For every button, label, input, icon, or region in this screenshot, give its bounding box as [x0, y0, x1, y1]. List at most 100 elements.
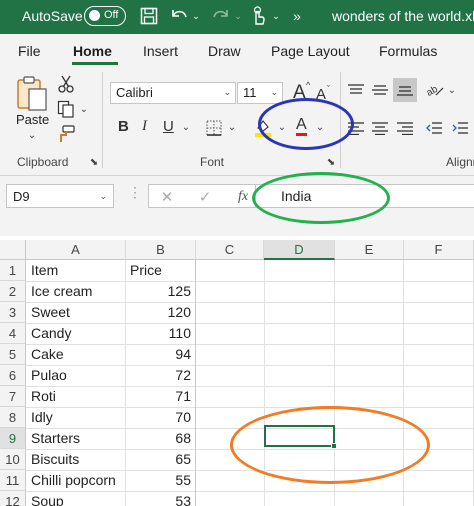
orientation-icon[interactable]: ab	[424, 80, 446, 100]
undo-icon[interactable]	[168, 4, 190, 28]
enter-icon[interactable]: ✓	[197, 189, 213, 206]
cell-b2[interactable]: 125	[127, 281, 194, 302]
italic-button[interactable]: I	[142, 118, 147, 135]
row-header[interactable]: 11	[0, 470, 26, 491]
cell-b6[interactable]: 72	[127, 365, 194, 386]
cell-b8[interactable]: 70	[127, 407, 194, 428]
clipboard-launcher-icon[interactable]: ⬊	[88, 156, 100, 168]
row-header[interactable]: 10	[0, 449, 26, 470]
autosave-state: Off	[104, 9, 119, 21]
paste-dropdown-icon[interactable]: ⌄	[26, 130, 38, 141]
formula-bar: D9 ⌄ ⋮ ✕ ✓ fx India	[0, 176, 474, 236]
chevron-down-icon: ⌄	[270, 87, 278, 97]
cell-a4[interactable]: Candy	[28, 323, 124, 344]
cancel-icon[interactable]: ✕	[159, 189, 175, 206]
cell-b7[interactable]: 71	[127, 386, 194, 407]
row-header[interactable]: 12	[0, 491, 26, 506]
borders-dropdown-icon[interactable]: ⌄	[226, 121, 238, 133]
redo-icon[interactable]	[210, 4, 232, 28]
paste-label[interactable]: Paste	[16, 112, 49, 127]
column-header-d[interactable]: D	[264, 240, 335, 260]
cell-b5[interactable]: 94	[127, 344, 194, 365]
cell-a8[interactable]: Idly	[28, 407, 124, 428]
font-launcher-icon[interactable]: ⬊	[325, 156, 337, 168]
cut-icon[interactable]	[56, 74, 76, 94]
cell-b4[interactable]: 110	[127, 323, 194, 344]
splitter-handle-icon[interactable]: ⋮	[128, 184, 142, 201]
tab-home[interactable]: Home	[73, 43, 112, 59]
row-header[interactable]: 6	[0, 365, 26, 386]
cell-b12[interactable]: 53	[127, 491, 194, 506]
orange-annotation-ellipse	[230, 406, 430, 484]
copy-dropdown-icon[interactable]: ⌄	[78, 104, 90, 115]
cell-b1[interactable]: Price	[127, 260, 194, 281]
cell-b10[interactable]: 65	[127, 449, 194, 470]
formula-controls: ✕ ✓ fx	[148, 184, 256, 208]
align-middle-icon[interactable]	[370, 80, 390, 100]
copy-icon[interactable]	[55, 99, 77, 119]
data-border	[195, 260, 196, 506]
cell-b11[interactable]: 55	[127, 470, 194, 491]
decrease-indent-icon[interactable]	[424, 118, 444, 138]
cell-a3[interactable]: Sweet	[28, 302, 124, 323]
group-separator	[102, 72, 103, 168]
align-right-icon[interactable]	[395, 118, 415, 138]
cell-a2[interactable]: Ice cream	[28, 281, 124, 302]
column-header-b[interactable]: B	[126, 240, 196, 260]
row-header[interactable]: 3	[0, 302, 26, 323]
align-top-icon[interactable]	[346, 80, 366, 100]
increase-indent-icon[interactable]	[450, 118, 470, 138]
bold-button[interactable]: B	[118, 118, 129, 135]
paste-icon[interactable]	[14, 74, 50, 114]
row-header[interactable]: 2	[0, 281, 26, 302]
customize-toolbar-icon[interactable]: »	[290, 4, 304, 28]
cell-a11[interactable]: Chilli popcorn	[28, 470, 128, 491]
cell-a5[interactable]: Cake	[28, 344, 124, 365]
column-header-c[interactable]: C	[196, 240, 264, 260]
tab-formulas[interactable]: Formulas	[379, 43, 437, 59]
cell-b3[interactable]: 120	[127, 302, 194, 323]
align-center-icon[interactable]	[370, 118, 390, 138]
cell-b9[interactable]: 68	[127, 428, 194, 449]
column-header-a[interactable]: A	[26, 240, 126, 260]
cell-a10[interactable]: Biscuits	[28, 449, 124, 470]
name-box[interactable]: D9 ⌄	[6, 184, 114, 208]
touch-dropdown-icon[interactable]: ⌄	[270, 4, 282, 28]
row-header[interactable]: 4	[0, 323, 26, 344]
name-box-value: D9	[13, 189, 30, 204]
borders-icon[interactable]	[204, 118, 224, 138]
autosave-toggle[interactable]: Off	[84, 6, 126, 26]
font-name-select[interactable]: Calibri ⌄	[110, 82, 236, 104]
toggle-knob	[89, 10, 100, 21]
row-header[interactable]: 8	[0, 407, 26, 428]
font-name-value: Calibri	[116, 85, 153, 100]
tab-draw[interactable]: Draw	[208, 43, 241, 59]
column-header-e[interactable]: E	[335, 240, 404, 260]
row-header[interactable]: 1	[0, 260, 26, 281]
tab-page-layout[interactable]: Page Layout	[271, 43, 350, 59]
select-all-corner[interactable]	[0, 240, 26, 260]
cell-a12[interactable]: Soup	[28, 491, 124, 506]
align-bottom-icon[interactable]	[393, 78, 417, 102]
insert-function-icon[interactable]: fx	[233, 187, 253, 207]
cell-a7[interactable]: Roti	[28, 386, 124, 407]
row-header-selected[interactable]: 9	[0, 428, 26, 449]
format-painter-icon[interactable]	[55, 124, 77, 144]
underline-button[interactable]: U	[163, 118, 174, 135]
title-bar: AutoSave Off ⌄ ⌄ ⌄ » wonders of the worl…	[0, 0, 474, 34]
cell-a9[interactable]: Starters	[28, 428, 124, 449]
column-header-f[interactable]: F	[404, 240, 474, 260]
cell-a1[interactable]: Item	[28, 260, 124, 281]
row-header[interactable]: 7	[0, 386, 26, 407]
underline-dropdown-icon[interactable]: ⌄	[180, 121, 192, 133]
redo-dropdown-icon[interactable]: ⌄	[232, 4, 244, 28]
save-icon[interactable]	[138, 4, 160, 28]
touch-mode-icon[interactable]	[248, 4, 268, 28]
orientation-dropdown-icon[interactable]: ⌄	[446, 84, 458, 96]
font-size-select[interactable]: 11 ⌄	[237, 82, 283, 104]
cell-a6[interactable]: Pulao	[28, 365, 124, 386]
tab-file[interactable]: File	[18, 43, 41, 59]
tab-insert[interactable]: Insert	[143, 43, 178, 59]
undo-dropdown-icon[interactable]: ⌄	[190, 4, 202, 28]
row-header[interactable]: 5	[0, 344, 26, 365]
